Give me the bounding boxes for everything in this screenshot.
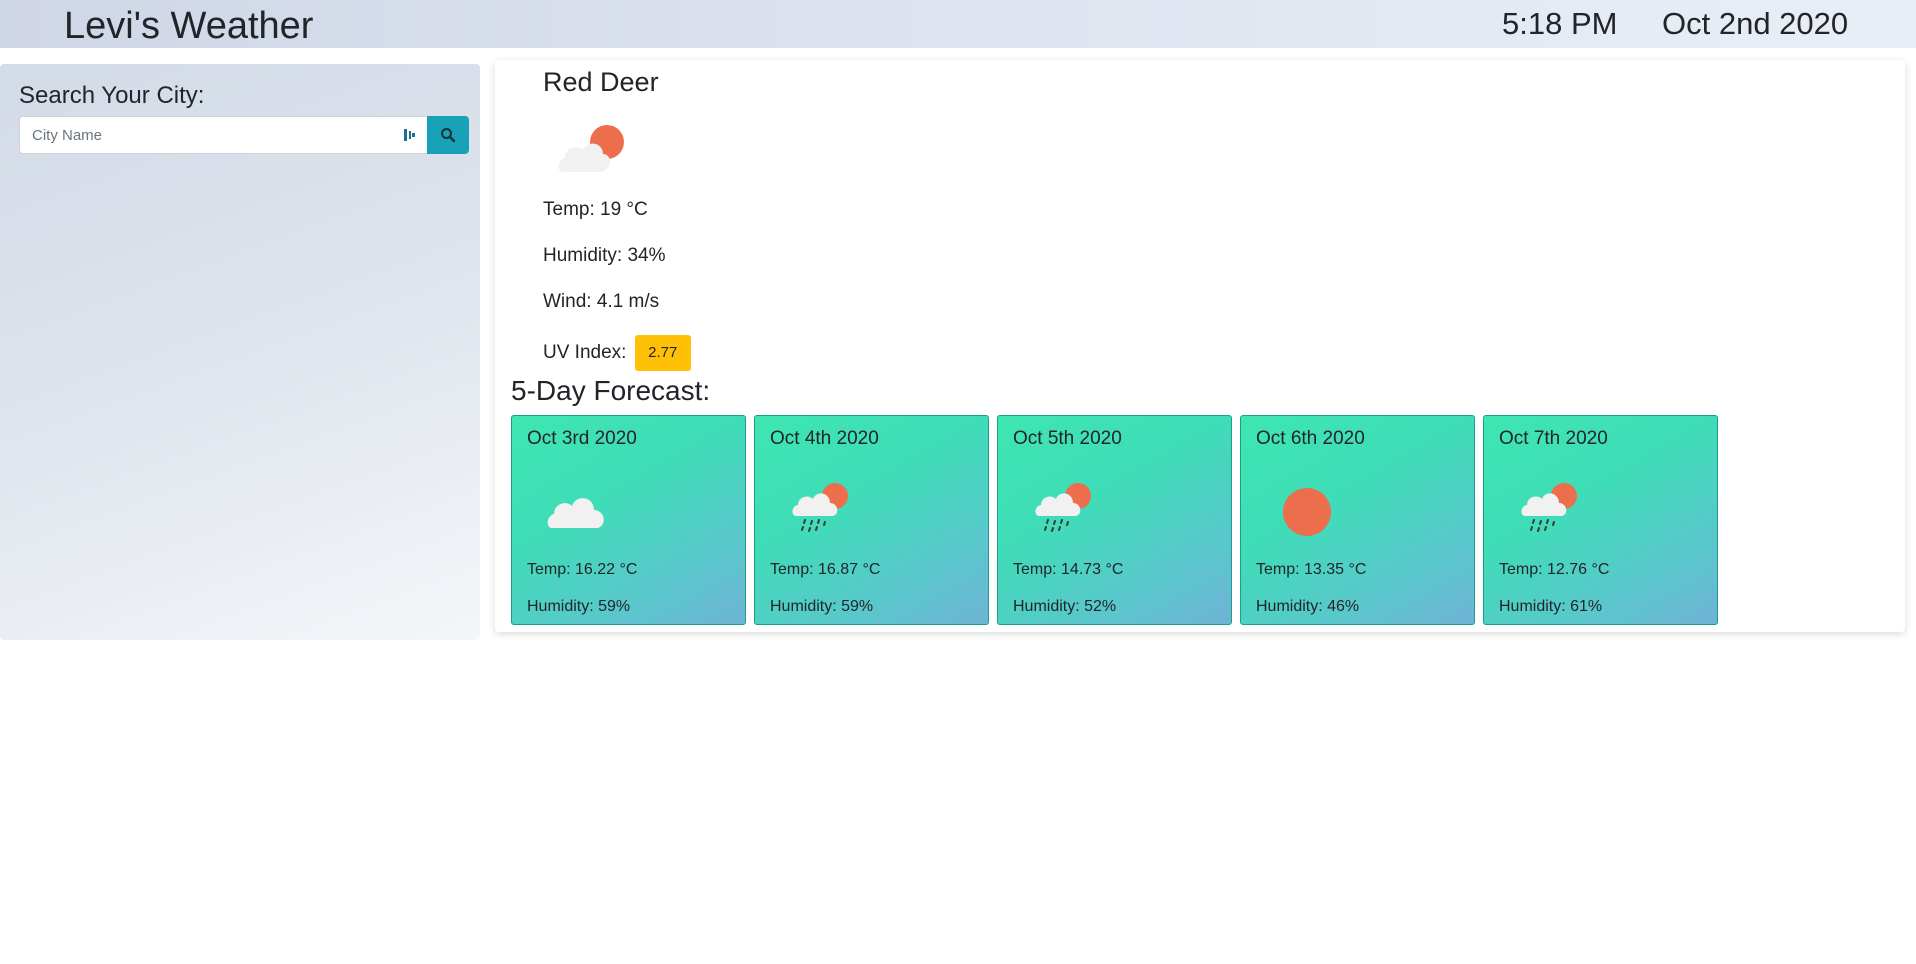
rain-sun-icon	[1035, 483, 1091, 532]
weather-panel: Red Deer Temp: 19 °C Humidity: 34% Wind:…	[495, 60, 1905, 632]
forecast-humidity: Humidity: 59%	[527, 598, 631, 615]
search-icon	[441, 128, 456, 143]
search-sidebar: Search Your City:	[0, 64, 480, 640]
uv-badge: 2.77	[634, 335, 691, 371]
partly-cloudy-icon	[558, 125, 624, 172]
forecast-humidity: Humidity: 52%	[1013, 598, 1117, 615]
forecast-card: Oct 5th 2020 Temp: 14.73 °C Humidity: 52…	[997, 415, 1232, 625]
forecast-date: Oct 4th 2020	[770, 428, 879, 449]
current-date: Oct 2nd 2020	[1662, 6, 1849, 41]
app-header: Levi's Weather 5:18 PM Oct 2nd 2020	[0, 0, 1916, 48]
forecast-temp: Temp: 14.73 °C	[1013, 561, 1124, 578]
current-temp: Temp: 19 °C	[543, 199, 648, 220]
rain-sun-icon	[792, 483, 848, 532]
rain-sun-icon	[1521, 483, 1577, 532]
cloud-icon	[547, 498, 604, 528]
city-search-input[interactable]	[19, 116, 427, 154]
forecast-temp: Temp: 16.87 °C	[770, 561, 881, 578]
sun-icon	[1283, 488, 1331, 536]
search-button[interactable]	[427, 116, 469, 154]
forecast-date: Oct 6th 2020	[1256, 428, 1365, 449]
city-name: Red Deer	[543, 67, 659, 97]
forecast-temp: Temp: 16.22 °C	[527, 561, 638, 578]
current-wind: Wind: 4.1 m/s	[543, 291, 660, 312]
forecast-card: Oct 4th 2020 Temp: 16.87 °C Humidity: 59…	[754, 415, 989, 625]
uv-label: UV Index:	[543, 342, 627, 364]
forecast-card: Oct 6th 2020 Temp: 13.35 °C Humidity: 46…	[1240, 415, 1475, 625]
forecast-humidity: Humidity: 59%	[770, 598, 874, 615]
forecast-temp: Temp: 13.35 °C	[1256, 561, 1367, 578]
password-manager-icon[interactable]	[403, 127, 417, 143]
forecast-humidity: Humidity: 61%	[1499, 598, 1603, 615]
forecast-heading: 5-Day Forecast:	[511, 375, 711, 406]
current-humidity: Humidity: 34%	[543, 245, 666, 266]
app-title: Levi's Weather	[64, 5, 314, 47]
search-heading: Search Your City:	[19, 82, 205, 109]
forecast-date: Oct 5th 2020	[1013, 428, 1122, 449]
current-uv-row: UV Index: 2.77	[543, 335, 691, 371]
forecast-row: Oct 3rd 2020 Temp: 16.22 °C Humidity: 59…	[511, 415, 1718, 625]
search-group	[19, 116, 469, 154]
forecast-date: Oct 3rd 2020	[527, 428, 637, 449]
forecast-date: Oct 7th 2020	[1499, 428, 1608, 449]
forecast-card: Oct 3rd 2020 Temp: 16.22 °C Humidity: 59…	[511, 415, 746, 625]
forecast-temp: Temp: 12.76 °C	[1499, 561, 1610, 578]
forecast-humidity: Humidity: 46%	[1256, 598, 1360, 615]
forecast-card: Oct 7th 2020 Temp: 12.76 °C Humidity: 61…	[1483, 415, 1718, 625]
current-time: 5:18 PM	[1502, 6, 1618, 41]
